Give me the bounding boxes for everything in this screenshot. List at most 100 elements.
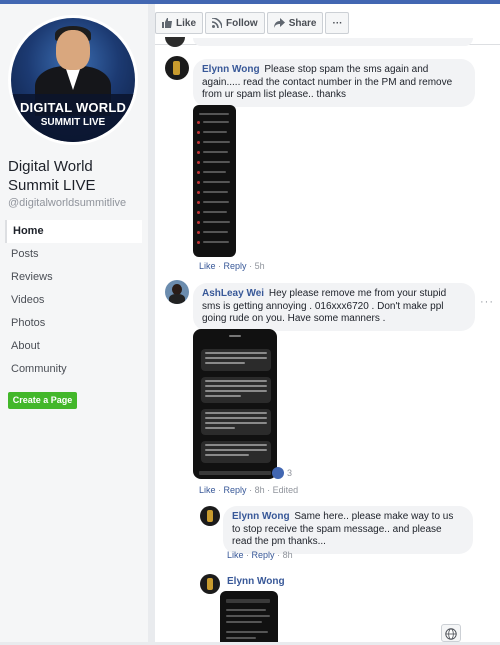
comment-reply-link[interactable]: Reply xyxy=(224,261,247,271)
more-dots-icon: ··· xyxy=(332,17,343,29)
sms-dot xyxy=(197,201,200,204)
sms-dot xyxy=(197,231,200,234)
sms-message-line xyxy=(205,380,267,382)
comment-author[interactable]: Elynn Wong xyxy=(202,64,260,75)
sms-message-line xyxy=(205,390,267,392)
sms-dot xyxy=(197,211,200,214)
reply-author[interactable]: Elynn Wong xyxy=(232,511,290,522)
avatar-title-line2: SUMMIT LIVE xyxy=(40,117,106,128)
reply-avatar[interactable] xyxy=(200,506,220,526)
nav-item-posts[interactable]: Posts xyxy=(5,243,142,266)
sms-message-line xyxy=(205,422,267,424)
reaction-summary[interactable]: 3 xyxy=(272,467,292,479)
sms-line xyxy=(203,181,230,183)
comment-timestamp[interactable]: 5h xyxy=(255,261,265,271)
sms-dot xyxy=(197,221,200,224)
sms-message-line xyxy=(205,449,267,451)
create-page-button[interactable]: Create a Page xyxy=(8,392,77,409)
commenter-avatar[interactable] xyxy=(165,56,189,80)
sms-message xyxy=(201,441,271,463)
comment-image-screenshot[interactable] xyxy=(193,329,277,479)
reply-bubble: Elynn Wong Same here.. please make way t… xyxy=(223,506,473,554)
sms-line xyxy=(226,621,262,623)
sms-line xyxy=(203,221,230,223)
reply-timestamp[interactable]: 8h xyxy=(283,550,293,560)
sms-message-line xyxy=(205,427,235,429)
comment-timestamp[interactable]: 8h xyxy=(255,485,265,495)
sms-message-line xyxy=(205,357,267,359)
page-nav: Home Posts Reviews Videos Photos About C… xyxy=(5,220,142,381)
reply-like-link[interactable]: Like xyxy=(227,550,244,560)
comment-actions: Like · Reply · 8h · Edited xyxy=(199,485,298,495)
reply-author[interactable]: Elynn Wong xyxy=(227,576,285,587)
nav-item-reviews[interactable]: Reviews xyxy=(5,266,142,289)
edited-label[interactable]: Edited xyxy=(273,485,299,495)
share-arrow-icon xyxy=(273,18,285,28)
sms-dot xyxy=(197,131,200,134)
thumbs-up-icon xyxy=(162,18,172,28)
avatar-logo xyxy=(173,61,180,75)
like-page-button[interactable]: Like xyxy=(155,12,204,34)
comment-reply-link[interactable]: Reply xyxy=(224,485,247,495)
reply-image-screenshot[interactable] xyxy=(220,591,278,642)
separator: · xyxy=(277,550,281,560)
reply-reply-link[interactable]: Reply xyxy=(252,550,275,560)
sms-line xyxy=(203,151,228,153)
sms-message-line xyxy=(205,352,267,354)
sms-line xyxy=(226,599,270,603)
page-username[interactable]: @digitalworldsummitlive xyxy=(8,197,126,209)
follow-page-button[interactable]: Follow xyxy=(205,12,265,34)
share-label: Share xyxy=(288,17,317,29)
sms-message xyxy=(201,377,271,403)
avatar-logo xyxy=(207,578,213,590)
sms-message xyxy=(201,409,271,435)
comment-author[interactable]: AshLeay Wei xyxy=(202,288,264,299)
comment-options-icon[interactable]: ··· xyxy=(480,296,494,308)
like-label: Like xyxy=(176,17,197,29)
nav-item-about[interactable]: About xyxy=(5,335,142,358)
nav-item-videos[interactable]: Videos xyxy=(5,289,142,312)
sms-dot xyxy=(197,171,200,174)
separator: · xyxy=(249,485,253,495)
avatar-banner: DIGITAL WORLD SUMMIT LIVE xyxy=(11,94,135,142)
sms-message-line xyxy=(205,385,267,387)
sms-line xyxy=(203,211,227,213)
sms-line xyxy=(203,141,230,143)
nav-item-home[interactable]: Home xyxy=(5,220,142,243)
sms-message xyxy=(201,349,271,371)
sms-line xyxy=(199,113,229,115)
comment-like-link[interactable]: Like xyxy=(199,261,216,271)
sms-line xyxy=(203,201,229,203)
separator: · xyxy=(246,550,250,560)
rss-follow-icon xyxy=(212,18,223,28)
follow-label: Follow xyxy=(226,17,258,29)
comment-image-screenshot[interactable] xyxy=(193,105,236,257)
page-title[interactable]: Digital World Summit LIVE xyxy=(8,157,143,195)
sms-line xyxy=(203,171,226,173)
separator: · xyxy=(218,485,222,495)
reply-avatar[interactable] xyxy=(200,574,220,594)
commenter-avatar[interactable] xyxy=(165,280,189,304)
comment-like-link[interactable]: Like xyxy=(199,485,216,495)
sms-line xyxy=(226,615,270,617)
share-page-button[interactable]: Share xyxy=(266,12,324,34)
reaction-count: 3 xyxy=(287,468,293,478)
sms-dot xyxy=(197,161,200,164)
sms-dot xyxy=(197,241,200,244)
comment-bubble: Elynn Wong Please stop spam the sms agai… xyxy=(193,59,475,107)
sms-dot xyxy=(197,191,200,194)
page-action-bar: Like Follow Share ··· xyxy=(155,12,351,34)
nav-item-photos[interactable]: Photos xyxy=(5,312,142,335)
avatar-logo xyxy=(207,510,213,522)
more-options-button[interactable]: ··· xyxy=(325,12,350,34)
separator: · xyxy=(267,485,271,495)
nav-item-community[interactable]: Community xyxy=(5,358,142,381)
like-reaction-icon xyxy=(272,467,284,479)
page-profile-picture[interactable]: DIGITAL WORLD SUMMIT LIVE xyxy=(8,15,138,145)
main-content: Like Follow Share ··· Elynn Wong Please … xyxy=(155,4,500,642)
sms-line xyxy=(203,161,230,163)
sms-line xyxy=(226,609,266,611)
sms-line xyxy=(203,191,228,193)
language-globe-button[interactable] xyxy=(441,624,461,642)
sms-message-line xyxy=(205,454,249,456)
